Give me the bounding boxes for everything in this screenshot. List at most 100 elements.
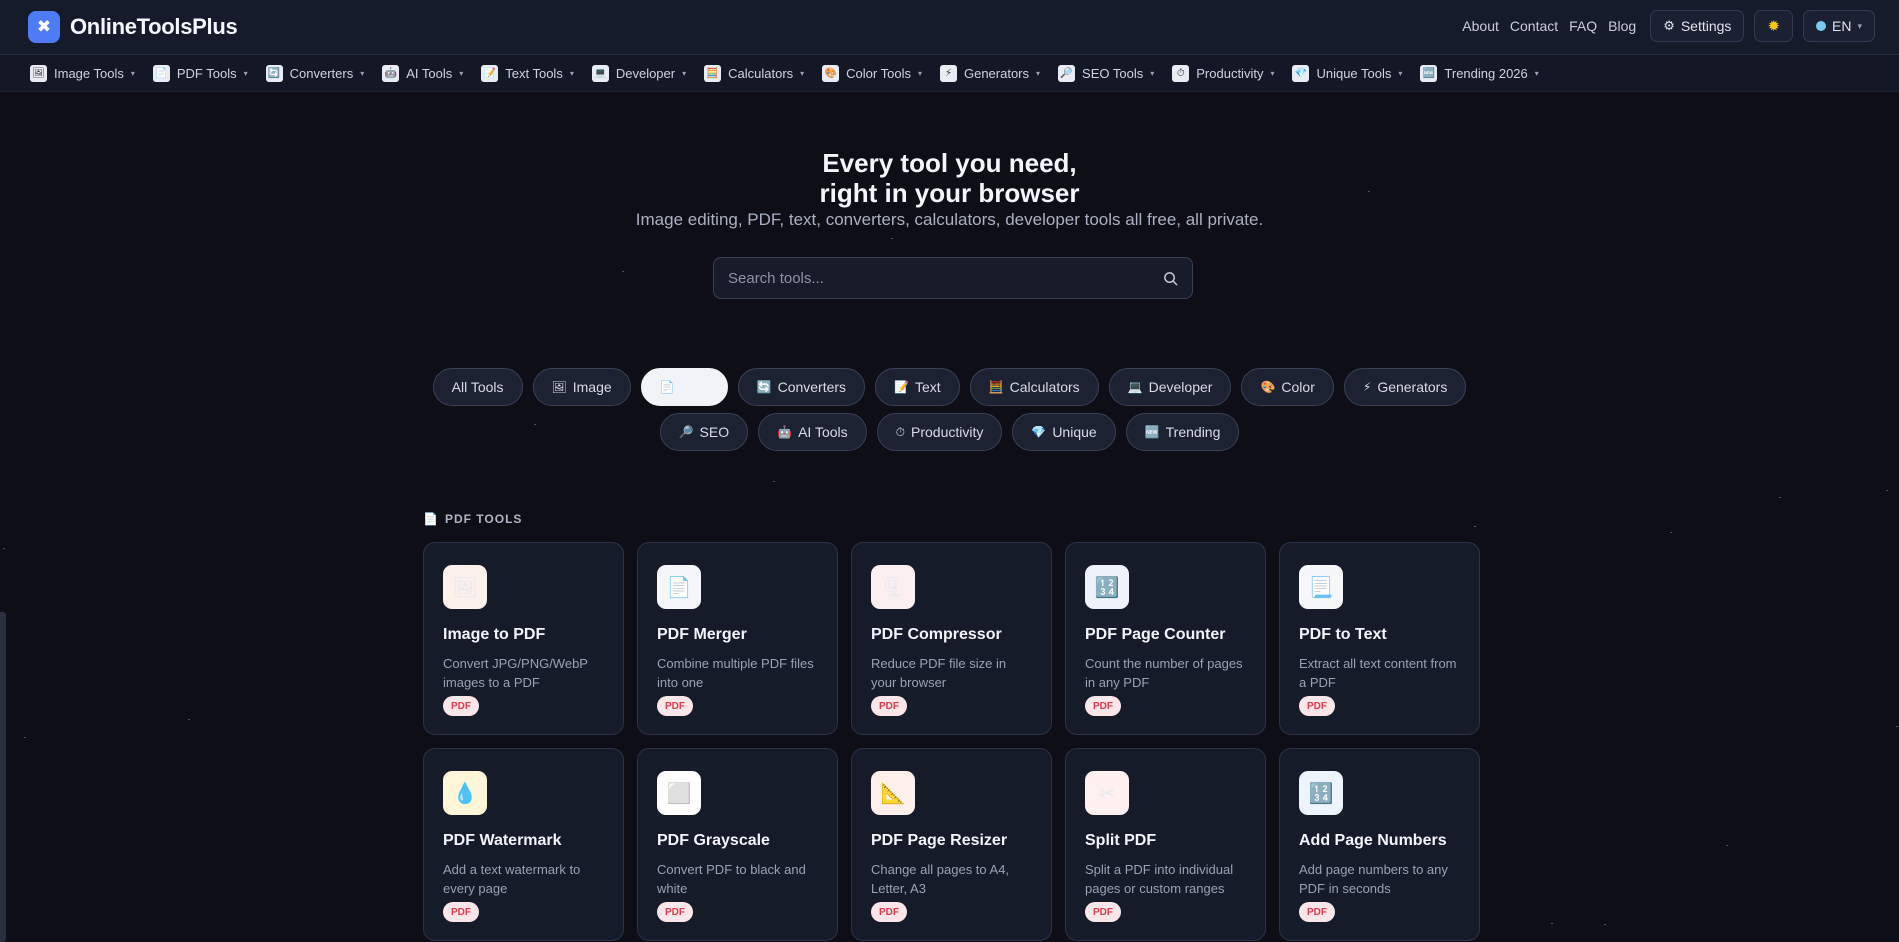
- nav-category-pdf-tools[interactable]: 📄 PDF Tools ▾: [152, 64, 248, 82]
- robot-icon: 🤖: [382, 64, 400, 82]
- tool-card-add-page-numbers[interactable]: 🔢 Add Page Numbers Add page numbers to any…: [1279, 748, 1480, 941]
- filter-pill-label: AI Tools: [798, 424, 848, 440]
- tool-card-split-pdf[interactable]: ✂ Split PDF Split a PDF into individual pa…: [1065, 748, 1266, 941]
- brand-logo-icon: ✖: [28, 11, 60, 43]
- filter-pill-color[interactable]: 🎨 Color: [1241, 368, 1334, 406]
- filter-pill-trending[interactable]: 🆕 Trending: [1125, 413, 1240, 451]
- nav-category-label: Text Tools: [505, 65, 563, 81]
- nav-category-color-tools[interactable]: 🎨 Color Tools ▾: [822, 64, 922, 82]
- nav-category-generators[interactable]: ⚡ Generators ▾: [939, 64, 1041, 82]
- search-input[interactable]: [728, 269, 1163, 287]
- star-dot: [1604, 924, 1606, 925]
- laptop-icon: 💻: [591, 64, 609, 82]
- tool-card-image-to-pdf[interactable]: 🖼 Image to PDF Convert JPG/PNG/WebP images…: [423, 542, 624, 735]
- blog-link[interactable]: Blog: [1608, 18, 1636, 34]
- filter-pill-converters[interactable]: 🔄 Converters: [737, 368, 866, 406]
- hero-subtitle: Image editing, PDF, text, converters, ca…: [635, 210, 1264, 229]
- brand[interactable]: ✖ OnlineToolsPlus: [28, 11, 238, 43]
- nav-category-label: Developer: [615, 65, 676, 81]
- filter-pill-productivity[interactable]: ⏱ Productivity: [876, 413, 1003, 451]
- settings-button[interactable]: ⚙ Settings: [1650, 10, 1745, 42]
- star-dot: [3, 548, 5, 549]
- tool-card-pdf-grayscale[interactable]: ⬜ PDF Grayscale Convert PDF to black and w…: [637, 748, 838, 941]
- nav-category-label: Unique Tools: [1316, 65, 1392, 81]
- nav-category-developer[interactable]: 💻 Developer ▾: [591, 64, 686, 82]
- filter-pill-ai-tools[interactable]: 🤖 AI Tools: [758, 413, 867, 451]
- tool-card-title: Split PDF: [1085, 832, 1157, 849]
- tool-card-description: Extract all text content from a PDF: [1299, 656, 1457, 690]
- stopwatch-icon: ⏱: [1172, 64, 1190, 82]
- page-icon: 📃: [1299, 565, 1343, 609]
- filter-color-icon: 🎨: [1260, 380, 1276, 394]
- category-badge: PDF: [443, 696, 479, 716]
- filter-pill-generators[interactable]: ⚡ Generators: [1343, 368, 1467, 406]
- tool-card-pdf-watermark[interactable]: 💧 PDF Watermark Add a text watermark to ev…: [423, 748, 624, 941]
- about-link[interactable]: About: [1462, 18, 1499, 34]
- tool-card-pdf-merger[interactable]: 📄 PDF Merger Combine multiple PDF files in…: [637, 542, 838, 735]
- star-dot: [1726, 845, 1728, 846]
- filter-pill-calculators[interactable]: 🧮 Calculators: [969, 368, 1099, 406]
- filter-pill-unique[interactable]: 💎 Unique: [1012, 413, 1116, 451]
- nav-category-unique-tools[interactable]: 💎 Unique Tools ▾: [1292, 64, 1402, 82]
- filter-pill-label: Calculators: [1009, 379, 1080, 395]
- nav-category-calculators[interactable]: 🧮 Calculators ▾: [704, 64, 805, 82]
- header-actions: About Contact FAQ Blog ⚙ Settings ✹ EN ▾: [1462, 10, 1875, 42]
- tool-card-description: Add a text watermark to every page: [443, 862, 581, 896]
- tool-card-pdf-to-text[interactable]: 📃 PDF to Text Extract all text content fro…: [1279, 542, 1480, 735]
- document-icon: 📄: [423, 512, 439, 526]
- star-dot: [622, 271, 624, 272]
- nav-category-text-tools[interactable]: 📝 Text Tools ▾: [481, 64, 574, 82]
- filter-unique-icon: 💎: [1031, 425, 1047, 439]
- nav-category-label: Productivity: [1196, 65, 1264, 81]
- abacus-icon: 🧮: [704, 64, 722, 82]
- filter-pill-developer[interactable]: 💻 Developer: [1108, 368, 1232, 406]
- search-box: [713, 257, 1193, 299]
- tool-card-description: Combine multiple PDF files into one: [657, 656, 814, 690]
- side-scroll-handle[interactable]: [0, 612, 6, 942]
- star-dot: [1896, 726, 1898, 727]
- category-badge: PDF: [657, 902, 693, 922]
- nav-category-converters[interactable]: 🔄 Converters ▾: [265, 64, 364, 82]
- filter-image-icon: 🖼: [551, 380, 567, 394]
- nav-category-trending-2026[interactable]: 🆕 Trending 2026 ▾: [1420, 64, 1539, 82]
- chevron-down-icon: ▾: [1534, 68, 1539, 78]
- page: ✖ OnlineToolsPlus About Contact FAQ Blog…: [0, 0, 1899, 942]
- nav-category-seo-tools[interactable]: 🔎 SEO Tools ▾: [1058, 64, 1154, 82]
- tool-card-pdf-page-resizer[interactable]: 📐 PDF Page Resizer Change all pages to A4,…: [851, 748, 1052, 941]
- tool-card-pdf-compressor[interactable]: 🗜 PDF Compressor Reduce PDF file size in y…: [851, 542, 1052, 735]
- filter-pill-seo[interactable]: 🔎 SEO: [659, 413, 749, 451]
- search-icon[interactable]: [1163, 271, 1178, 286]
- filter-pill-label: PDF: [680, 379, 709, 395]
- tool-card-title: Image to PDF: [443, 626, 546, 643]
- filter-pill-text[interactable]: 📝 Text: [875, 368, 960, 406]
- image-icon: 🖼: [443, 565, 487, 609]
- filter-pill-image[interactable]: 🖼 Image: [532, 368, 631, 406]
- top-header: ✖ OnlineToolsPlus About Contact FAQ Blog…: [0, 0, 1899, 54]
- tool-card-title: Add Page Numbers: [1299, 832, 1447, 849]
- square-icon: ⬜: [657, 771, 701, 815]
- new-icon: 🆕: [1420, 64, 1438, 82]
- nav-category-label: AI Tools: [406, 65, 453, 81]
- theme-toggle-button[interactable]: ✹: [1754, 10, 1794, 42]
- tool-card-title: PDF Page Resizer: [871, 832, 1008, 849]
- language-select[interactable]: EN ▾: [1803, 10, 1875, 42]
- contact-link[interactable]: Contact: [1510, 18, 1558, 34]
- filter-pill-label: Text: [915, 379, 941, 395]
- chevron-down-icon: ▾: [800, 68, 805, 78]
- filter-pill-pdf[interactable]: 📄 PDF: [640, 368, 728, 406]
- nav-category-productivity[interactable]: ⏱ Productivity ▾: [1172, 64, 1274, 82]
- faq-link[interactable]: FAQ: [1569, 18, 1597, 34]
- star-dot: [1886, 490, 1888, 491]
- scissors-icon: ✂: [1085, 771, 1129, 815]
- filter-pill-all-tools[interactable]: All Tools: [432, 368, 523, 406]
- convert-icon: 🔄: [265, 64, 283, 82]
- tool-card-title: PDF Compressor: [871, 626, 1002, 643]
- nav-category-ai-tools[interactable]: 🤖 AI Tools ▾: [382, 64, 463, 82]
- tool-card-pdf-page-counter[interactable]: 🔢 PDF Page Counter Count the number of pag…: [1065, 542, 1266, 735]
- filter-converters-icon: 🔄: [756, 380, 772, 394]
- chevron-down-icon: ▾: [1036, 68, 1041, 78]
- nav-category-image-tools[interactable]: 🖼 Image Tools ▾: [30, 64, 135, 82]
- category-badge: PDF: [1085, 696, 1121, 716]
- category-badge: PDF: [657, 696, 693, 716]
- filter-pills-row-1: All Tools 🖼 Image 📄 PDF 🔄 Converters 📝 Text 🧮 Calc…: [0, 368, 1899, 406]
